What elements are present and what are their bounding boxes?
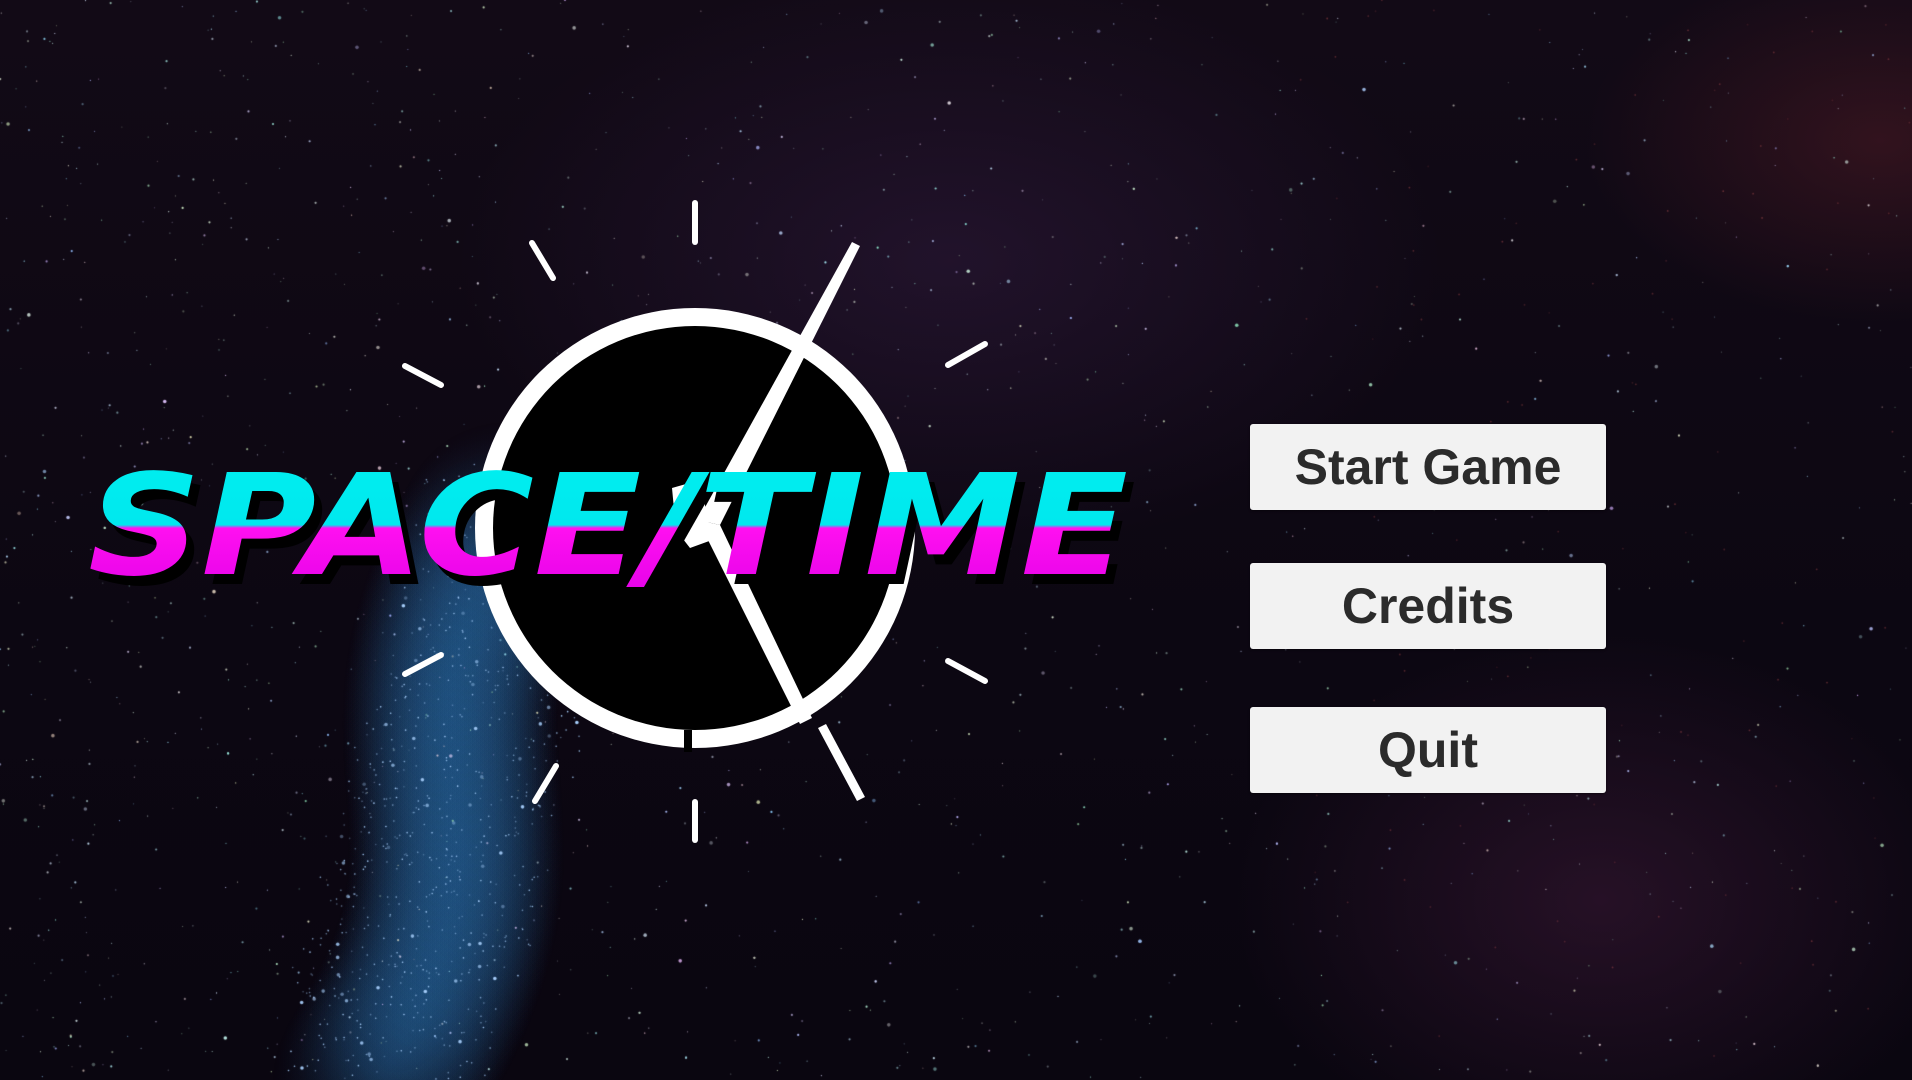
quit-button[interactable]: Quit [1250,707,1606,793]
credits-button[interactable]: Credits [1250,563,1606,649]
start-game-button[interactable]: Start Game [1250,424,1606,510]
game-title: SPACE/TIME SPACE/TIME [88,445,1136,618]
game-logo: SPACE/TIME SPACE/TIME [88,200,1136,843]
game-title-text: SPACE/TIME [88,445,1128,608]
main-menu-screen: SPACE/TIME SPACE/TIME Start Game Credits… [0,0,1912,1080]
